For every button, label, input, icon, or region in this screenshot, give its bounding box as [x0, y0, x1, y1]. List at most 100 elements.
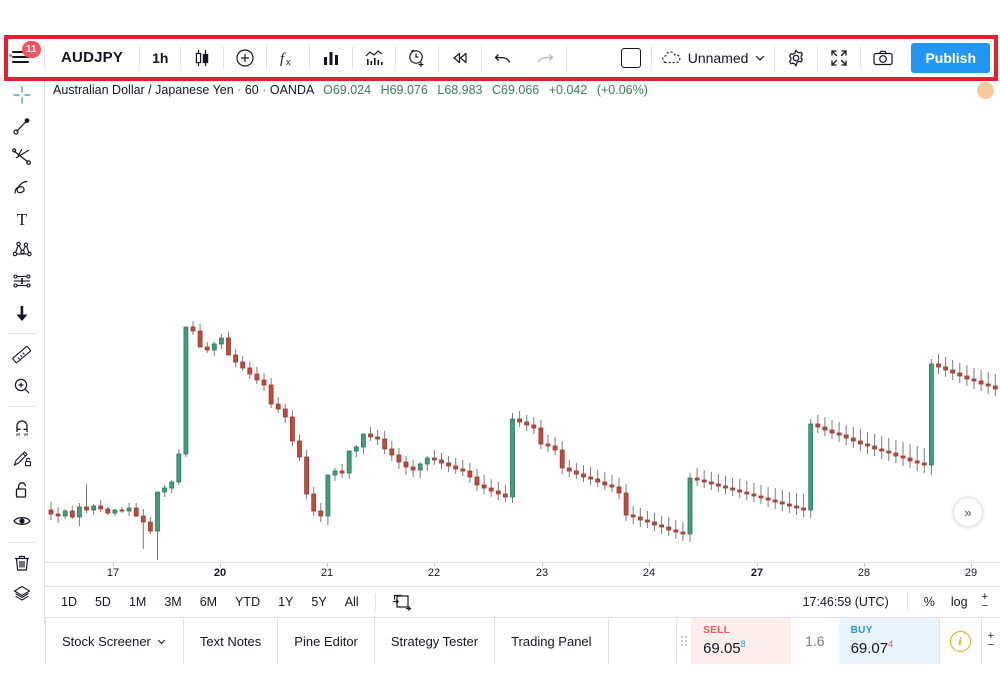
candle-body — [602, 481, 608, 486]
info-icon: i — [949, 630, 971, 652]
candle-body — [574, 470, 579, 475]
chevron-down-icon — [157, 639, 165, 644]
cursor-highlight-marker — [977, 82, 994, 99]
undo-button[interactable] — [482, 37, 524, 79]
tool-stay-in-drawing-mode[interactable] — [0, 443, 45, 474]
range-button-ytd[interactable]: YTD — [227, 591, 268, 613]
bottom-tab-pine-editor[interactable]: Pine Editor — [278, 618, 375, 664]
bottom-tab-text-notes[interactable]: Text Notes — [184, 618, 279, 664]
grip-dots-icon — [681, 636, 688, 646]
snapshot-button[interactable] — [861, 37, 905, 79]
deal-ticket-widget: SELL 69.058 1.6 BUY 69.074 i + − — [676, 618, 1000, 664]
tool-trend-line[interactable] — [0, 110, 45, 141]
tool-crosshair[interactable] — [0, 79, 45, 110]
tool-object-tree[interactable] — [0, 579, 45, 610]
scroll-to-realtime-button[interactable]: » — [953, 497, 983, 527]
percent-scale-toggle[interactable]: % — [916, 591, 943, 613]
candle-body — [155, 491, 160, 532]
main-menu-button[interactable]: 11 — [0, 37, 44, 79]
bottom-tab-strategy-tester[interactable]: Strategy Tester — [375, 618, 496, 664]
symbol-search-button[interactable]: AUDJPY — [45, 37, 139, 79]
candle-body — [424, 457, 430, 465]
hide-drawings-icon — [13, 517, 31, 526]
buy-button[interactable]: BUY 69.074 — [838, 618, 939, 664]
candle-body — [311, 493, 317, 512]
fullscreen-button[interactable] — [818, 37, 860, 79]
tool-forecast[interactable] — [0, 266, 45, 297]
candle-body — [346, 450, 352, 474]
range-button-1d[interactable]: 1D — [53, 591, 85, 613]
redo-icon — [538, 53, 554, 63]
time-axis-label: 21 — [320, 567, 334, 579]
tool-lock-drawings[interactable] — [0, 475, 45, 506]
range-button-3m[interactable]: 3M — [156, 591, 189, 613]
spread-value: 1.6 — [805, 633, 825, 649]
rewind-button[interactable] — [439, 37, 481, 79]
candle-body — [843, 434, 849, 439]
time-axis-label: 23 — [535, 567, 549, 579]
candle-body — [396, 454, 402, 463]
candle-body — [772, 499, 778, 503]
timeframe-button[interactable]: 1h — [140, 37, 180, 79]
bottom-tab-trading-panel[interactable]: Trading Panel — [495, 618, 609, 664]
candle-body — [914, 460, 920, 464]
tool-zoom-in[interactable] — [0, 370, 45, 401]
bottom-tab-stock-screener[interactable]: Stock Screener — [45, 618, 184, 664]
financials-button[interactable] — [310, 37, 352, 79]
layout-select-button[interactable] — [611, 37, 651, 79]
tool-brush[interactable] — [0, 172, 45, 203]
adjust-data-button[interactable] — [384, 589, 420, 615]
candle-body — [701, 479, 707, 483]
deal-info-button[interactable]: i — [938, 618, 981, 664]
range-button-5y[interactable]: 5Y — [303, 591, 334, 613]
menu-dot-icon — [9, 53, 12, 57]
tool-patterns[interactable] — [0, 235, 45, 266]
range-button-1y[interactable]: 1Y — [270, 591, 301, 613]
sell-button[interactable]: SELL 69.058 — [691, 618, 792, 664]
chart-canvas-area[interactable]: Australian Dollar / Japanese Yen · 60 · … — [45, 79, 1000, 562]
create-alert-button[interactable] — [396, 37, 438, 79]
tool-text[interactable]: T — [0, 204, 45, 235]
range-button-all[interactable]: All — [337, 591, 367, 613]
tool-pitchfork[interactable] — [0, 141, 45, 172]
add-compare-button[interactable] — [224, 37, 266, 79]
candle-body — [247, 367, 253, 375]
candle-body — [510, 418, 515, 498]
deal-widget-drag-handle[interactable] — [677, 618, 691, 664]
time-axis[interactable]: 17 20 21 22 23 24 27 28 29 — [45, 562, 1000, 587]
publish-button[interactable]: Publish — [911, 42, 990, 73]
legend-sep: · — [237, 83, 242, 97]
log-scale-toggle[interactable]: log — [943, 591, 976, 613]
stay-in-drawing-mode-icon — [13, 451, 32, 467]
zoom-out-button[interactable]: − — [982, 601, 988, 612]
range-button-6m[interactable]: 6M — [192, 591, 225, 613]
tool-measure[interactable] — [0, 339, 45, 370]
candle-body — [403, 461, 409, 468]
candle-body — [865, 443, 870, 447]
sell-price: 69.058 — [703, 639, 746, 657]
candle-body — [474, 476, 480, 486]
timeframe-bar: 1D 5D 1M 3M 6M YTD 1Y 5Y All 17:46:59 (UTC) % lo… — [45, 586, 1000, 618]
notification-badge[interactable]: 11 — [22, 40, 41, 58]
redo-button[interactable] — [524, 37, 566, 79]
tool-arrow-down[interactable] — [0, 297, 45, 328]
toolbar-divider — [906, 593, 908, 611]
zoom-controls: + − — [976, 592, 994, 612]
tool-hide-drawings[interactable] — [0, 506, 45, 537]
undo-icon — [495, 53, 511, 63]
range-button-5d[interactable]: 5D — [87, 591, 119, 613]
range-button-1m[interactable]: 1M — [121, 591, 154, 613]
tool-magnet[interactable] — [0, 412, 45, 443]
tool-remove-drawings[interactable] — [0, 548, 45, 579]
buy-label: BUY — [850, 625, 873, 636]
chart-pattern-button[interactable] — [353, 37, 395, 79]
save-layout-button[interactable]: Unnamed — [652, 37, 775, 79]
candle-body — [978, 380, 984, 385]
svg-text:x: x — [286, 57, 291, 67]
chart-style-button[interactable] — [181, 37, 223, 79]
decrease-size-button[interactable]: − — [988, 640, 994, 651]
session-clock: 17:46:59 (UTC) — [802, 595, 889, 609]
candle-body — [787, 503, 792, 507]
indicators-button[interactable]: f x — [267, 37, 309, 79]
chart-settings-button[interactable] — [775, 37, 817, 79]
